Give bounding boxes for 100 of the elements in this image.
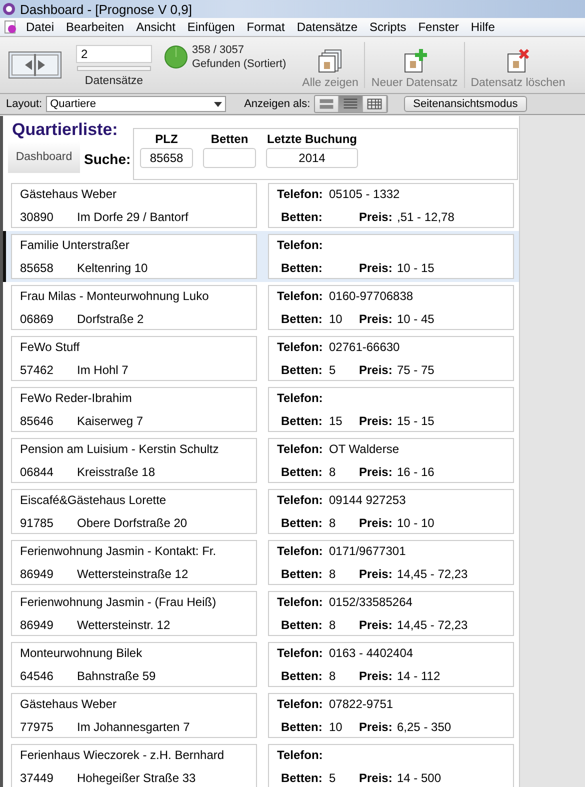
menu-item[interactable]: Scripts bbox=[364, 20, 412, 34]
search-field-label: Letzte Buchung bbox=[267, 132, 357, 146]
zip-code: 37449 bbox=[20, 771, 54, 785]
price-label: Preis: bbox=[359, 516, 394, 530]
phone-label: Telefon: bbox=[277, 493, 324, 507]
search-field-label: Betten bbox=[210, 132, 248, 146]
found-status: Gefunden (Sortiert) bbox=[192, 57, 286, 71]
beds-label: Betten: bbox=[280, 720, 324, 734]
street-address: Keltenring 10 bbox=[77, 261, 148, 275]
street-address: Wettersteinstraße 12 bbox=[77, 567, 188, 581]
beds-label: Betten: bbox=[280, 312, 324, 326]
record-row[interactable]: Gästehaus Weber 30890 Im Dorfe 29 / Bantorf Telefon: 05105 - 1332 Betten: Preis: ,51 - 12,78 bbox=[3, 180, 519, 231]
menu-item[interactable]: Fenster bbox=[412, 20, 465, 34]
record-row[interactable]: Ferienhaus Wieczorek - z.H. Bernhard 37449 Hohegeißer Straße 33 Telefon: Betten: 5 Preis: 14 - 500 bbox=[3, 741, 519, 787]
record-number-field[interactable]: 2 bbox=[76, 45, 152, 63]
record-name: Ferienwohnung Jasmin - Kontakt: Fr. bbox=[20, 544, 218, 558]
price-range: 75 - 75 bbox=[397, 363, 436, 377]
menu-item[interactable]: Datei bbox=[20, 20, 60, 34]
view-mode-button[interactable] bbox=[339, 96, 364, 112]
street-address: Wettersteinstr. 12 bbox=[77, 618, 170, 632]
view-label: Anzeigen als: bbox=[244, 98, 310, 110]
price-label: Preis: bbox=[359, 771, 394, 785]
price-label: Preis: bbox=[359, 618, 394, 632]
record-row[interactable]: Eiscafé&Gästehaus Lorette 91785 Obere Dorfstraße 20 Telefon: 09144 927253 Betten: 8 Preis: 10 - 10 bbox=[3, 486, 519, 537]
phone-label: Telefon: bbox=[277, 340, 324, 354]
menu-item[interactable]: Hilfe bbox=[464, 20, 501, 34]
beds-label: Betten: bbox=[280, 465, 324, 479]
zip-code: 64546 bbox=[20, 669, 54, 683]
menu-item[interactable]: Format bbox=[240, 20, 291, 34]
price-range: ,51 - 12,78 bbox=[397, 210, 456, 224]
beds-count: 5 bbox=[329, 771, 337, 785]
record-name: FeWo Stuff bbox=[20, 340, 81, 354]
view-mode-button[interactable] bbox=[363, 96, 388, 112]
record-row[interactable]: Ferienwohnung Jasmin - Kontakt: Fr. 86949 Wettersteinstraße 12 Telefon: 0171/9677301 Betten: 8 Preis: 14,45 - 72,23 bbox=[3, 537, 519, 588]
dashboard-button[interactable]: Dashboard bbox=[8, 141, 80, 173]
record-row[interactable]: Frau Milas - Monteurwohnung Luko 06869 Dorfstraße 2 Telefon: 0160-97706838 Betten: 10 Preis: 10 - 45 bbox=[3, 282, 519, 333]
phone-label: Telefon: bbox=[277, 748, 324, 762]
record-row[interactable]: Gästehaus Weber 77975 Im Johannesgarten 7 Telefon: 07822-9751 Betten: 10 Preis: 6,25 - 350 bbox=[3, 690, 519, 741]
record-name: Monteurwohnung Bilek bbox=[20, 646, 144, 660]
street-address: Im Johannesgarten 7 bbox=[77, 720, 190, 734]
price-label: Preis: bbox=[359, 567, 394, 581]
beds-count: 10 bbox=[329, 720, 344, 734]
menu-item[interactable]: Ansicht bbox=[130, 20, 182, 34]
phone-number: 09144 927253 bbox=[329, 493, 407, 507]
beds-count: 8 bbox=[329, 465, 337, 479]
price-range: 10 - 15 bbox=[397, 261, 436, 275]
phone-number: 02761-66630 bbox=[329, 340, 401, 354]
beds-label: Betten: bbox=[280, 516, 324, 530]
phone-number: 0163 - 4402404 bbox=[329, 646, 414, 660]
view-mode-button[interactable] bbox=[315, 96, 340, 112]
pie-icon bbox=[164, 45, 188, 69]
phone-number: 0160-97706838 bbox=[329, 289, 414, 303]
beds-count: 10 bbox=[329, 312, 344, 326]
record-row[interactable]: Monteurwohnung Bilek 64546 Bahnstraße 59 Telefon: 0163 - 4402404 Betten: 8 Preis: 14 - 112 bbox=[3, 639, 519, 690]
add-record-icon bbox=[402, 48, 428, 74]
phone-label: Telefon: bbox=[277, 238, 324, 252]
phone-number: 0152/33585264 bbox=[329, 595, 414, 609]
zip-code: 85658 bbox=[20, 261, 54, 275]
beds-label: Betten: bbox=[280, 363, 324, 377]
phone-number: OT Walderse bbox=[329, 442, 400, 456]
phone-label: Telefon: bbox=[277, 697, 324, 711]
record-name: Ferienhaus Wieczorek - z.H. Bernhard bbox=[20, 748, 226, 762]
record-row[interactable]: Familie Unterstraßer 85658 Keltenring 10 Telefon: Betten: Preis: 10 - 15 bbox=[3, 231, 519, 282]
record-row[interactable]: Pension am Luisium - Kerstin Schultz 06844 Kreisstraße 18 Telefon: OT Walderse Betten: 8 Preis: 16 - 16 bbox=[3, 435, 519, 486]
record-name: Gästehaus Weber bbox=[20, 697, 118, 711]
record-name: Frau Milas - Monteurwohnung Luko bbox=[20, 289, 210, 303]
menu-item[interactable]: Einfügen bbox=[181, 20, 241, 34]
record-row[interactable]: Ferienwohnung Jasmin - (Frau Heiß) 86949 Wettersteinstr. 12 Telefon: 0152/33585264 Betten: 8 Preis: 14,45 - 72,23 bbox=[3, 588, 519, 639]
preview-mode-button[interactable]: Seitenansichtsmodus bbox=[404, 96, 527, 112]
zip-code: 86949 bbox=[20, 567, 54, 581]
list-title: Quartierliste: bbox=[11, 120, 119, 140]
menu-item[interactable]: Datensätze bbox=[290, 20, 364, 34]
search-field[interactable] bbox=[203, 148, 256, 168]
search-field[interactable]: 85658 bbox=[140, 148, 193, 168]
search-field[interactable]: 2014 bbox=[266, 148, 358, 168]
price-range: 14,45 - 72,23 bbox=[397, 618, 469, 632]
zip-code: 85646 bbox=[20, 414, 54, 428]
phone-label: Telefon: bbox=[277, 442, 324, 456]
menu-item[interactable]: Bearbeiten bbox=[60, 20, 130, 34]
book-navigation-icon[interactable] bbox=[8, 51, 62, 79]
records-label: Datensätze bbox=[84, 75, 144, 87]
record-row[interactable]: FeWo Reder-Ibrahim 85646 Kaiserweg 7 Telefon: Betten: 15 Preis: 15 - 15 bbox=[3, 384, 519, 435]
beds-label: Betten: bbox=[280, 669, 324, 683]
zip-code: 86949 bbox=[20, 618, 54, 632]
price-label: Preis: bbox=[359, 363, 394, 377]
record-row[interactable]: FeWo Stuff 57462 Im Hohl 7 Telefon: 02761-66630 Betten: 5 Preis: 75 - 75 bbox=[3, 333, 519, 384]
zip-code: 06869 bbox=[20, 312, 54, 326]
zip-code: 30890 bbox=[20, 210, 54, 224]
layout-dropdown[interactable]: Quartiere bbox=[46, 96, 226, 112]
phone-number: 0171/9677301 bbox=[329, 544, 407, 558]
street-address: Kaiserweg 7 bbox=[77, 414, 144, 428]
price-label: Preis: bbox=[359, 210, 394, 224]
beds-label: Betten: bbox=[280, 414, 324, 428]
beds-label: Betten: bbox=[280, 567, 324, 581]
layout-label: Layout: bbox=[6, 98, 42, 110]
beds-count: 15 bbox=[329, 414, 344, 428]
zip-code: 91785 bbox=[20, 516, 54, 530]
beds-count: 5 bbox=[329, 363, 337, 377]
search-field-label: PLZ bbox=[155, 132, 178, 146]
record-name: Gästehaus Weber bbox=[20, 187, 118, 201]
